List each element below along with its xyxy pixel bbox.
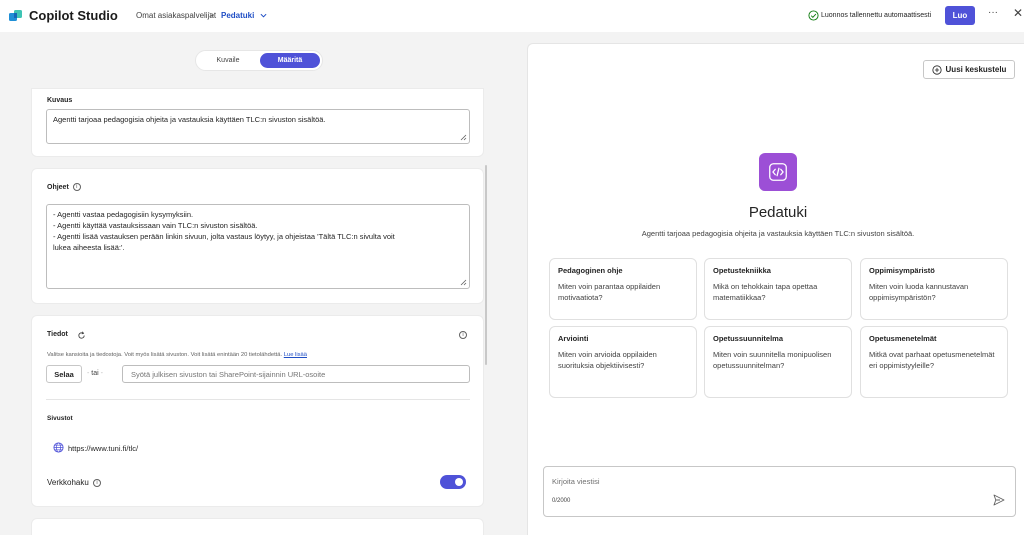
toggle-knob — [455, 478, 463, 486]
description-card: Kuvaus Agentti tarjoaa pedagogisia ohjei… — [31, 88, 484, 157]
scrollbar[interactable] — [485, 165, 487, 365]
prompt-text: Miten voin arvioida oppilaiden suorituks… — [558, 350, 657, 370]
prompt-text: Miten voin luoda kannustavan oppimisympä… — [869, 282, 969, 302]
prompt-text: Miten voin parantaa oppilaiden motivaati… — [558, 282, 661, 302]
app-title: Copilot Studio — [29, 8, 118, 23]
knowledge-help: Valitse kansioita ja tiedostoja. Voit my… — [47, 352, 283, 358]
prompt-title: Arviointi — [558, 334, 589, 343]
description-field[interactable]: Agentti tarjoaa pedagogisia ohjeita ja v… — [46, 109, 470, 144]
instructions-line: - Agentti lisää vastauksen perään linkin… — [53, 232, 395, 241]
web-search-text: Verkkohaku — [47, 478, 89, 487]
message-composer[interactable]: Kirjoita viestisi 0/2000 — [543, 466, 1016, 517]
instructions-card: Ohjeet i - Agentti vastaa pedagogisiin k… — [31, 168, 484, 304]
top-bar: Copilot Studio Omat asiakaspalvelijat > … — [0, 0, 1024, 32]
web-search-label: Verkkohaku i — [47, 478, 102, 487]
instructions-label: Ohjeet i — [47, 183, 81, 191]
resize-grip-icon[interactable] — [460, 134, 467, 141]
prompt-title: Opetustekniikka — [713, 266, 771, 275]
send-icon[interactable] — [993, 494, 1005, 506]
instructions-line: - Agentti vastaa pedagogisiin kysymyksii… — [53, 210, 194, 219]
prompt-title: Opetussuunnitelma — [713, 334, 784, 343]
browse-button[interactable]: Selaa — [46, 365, 82, 383]
learn-more-link[interactable]: Lue lisää — [284, 352, 307, 358]
globe-icon — [53, 442, 64, 453]
or-label: - tai - — [87, 370, 103, 377]
description-label: Kuvaus — [47, 97, 73, 104]
copilot-studio-logo-icon — [9, 10, 22, 21]
info-icon[interactable]: i — [72, 183, 81, 191]
site-url: https://www.tuni.fi/tlc/ — [68, 444, 139, 453]
tab-configure[interactable]: Määritä — [260, 53, 320, 68]
or-text: tai — [91, 370, 99, 377]
close-icon[interactable]: ✕ — [1013, 6, 1023, 20]
description-text: Agentti tarjoaa pedagogisia ohjeita ja v… — [53, 115, 326, 124]
next-card — [31, 518, 484, 535]
instructions-line: lukea aiheesta lisää:'. — [53, 243, 125, 252]
mode-toggle: Kuvaile Määritä — [195, 50, 323, 71]
sites-label: Sivustot — [47, 415, 73, 422]
prompt-title: Oppimisympäristö — [869, 266, 935, 275]
chevron-down-icon[interactable] — [260, 12, 267, 19]
new-chat-label: Uusi keskustelu — [945, 65, 1007, 74]
url-input[interactable] — [122, 365, 470, 383]
agent-avatar-icon — [759, 153, 797, 191]
divider — [46, 399, 470, 400]
new-chat-icon — [931, 64, 942, 75]
instructions-line: - Agentti käyttää vastauksissaan vain TL… — [53, 221, 258, 230]
breadcrumb-separator: > — [209, 10, 215, 20]
more-options-icon[interactable]: ··· — [988, 7, 998, 18]
agent-name: Pedatuki — [748, 204, 808, 221]
tab-describe[interactable]: Kuvaile — [200, 53, 256, 68]
knowledge-label: Tiedot — [47, 331, 68, 338]
web-search-toggle[interactable] — [440, 475, 466, 489]
prompt-text: Mitkä ovat parhaat opetusmenetelmät eri … — [869, 350, 995, 370]
agent-description: Agentti tarjoaa pedagogisia ohjeita ja v… — [641, 229, 915, 238]
character-count: 0/2000 — [552, 498, 571, 504]
checkmark-circle-icon — [808, 10, 819, 21]
breadcrumb-agent[interactable]: Pedatuki — [221, 11, 254, 20]
create-button[interactable]: Luo — [945, 6, 975, 25]
knowledge-card: Tiedot i Valitse kansioita ja tiedostoja… — [31, 315, 484, 507]
suggested-prompt[interactable]: Opetussuunnitelma Miten voin suunnitella… — [704, 326, 852, 398]
suggested-prompt[interactable]: Arviointi Miten voin arvioida oppilaiden… — [549, 326, 697, 398]
message-input-placeholder[interactable]: Kirjoita viestisi — [552, 477, 600, 486]
prompt-title: Opetusmenetelmät — [869, 334, 937, 343]
breadcrumb-environment[interactable]: Omat asiakaspalvelijat — [136, 11, 216, 20]
new-chat-button[interactable]: Uusi keskustelu — [923, 60, 1015, 79]
instructions-field[interactable]: - Agentti vastaa pedagogisiin kysymyksii… — [46, 204, 470, 289]
suggested-prompt[interactable]: Oppimisympäristö Miten voin luoda kannus… — [860, 258, 1008, 320]
prompt-text: Mikä on tehokkain tapa opettaa matematii… — [713, 282, 818, 302]
info-icon[interactable]: i — [459, 331, 467, 339]
suggested-prompt[interactable]: Opetustekniikka Mikä on tehokkain tapa o… — [704, 258, 852, 320]
prompt-title: Pedagoginen ohje — [558, 266, 623, 275]
knowledge-help-text: Valitse kansioita ja tiedostoja. Voit my… — [47, 352, 307, 358]
suggested-prompt[interactable]: Opetusmenetelmät Mitkä ovat parhaat opet… — [860, 326, 1008, 398]
prompt-text: Miten voin suunnitella monipuolisen opet… — [713, 350, 832, 370]
refresh-icon[interactable] — [77, 331, 86, 340]
save-status: Luonnos tallennettu automaattisesti — [821, 12, 932, 19]
resize-grip-icon[interactable] — [460, 279, 467, 286]
instructions-label-text: Ohjeet — [47, 183, 69, 191]
suggested-prompt[interactable]: Pedagoginen ohje Miten voin parantaa opp… — [549, 258, 697, 320]
info-icon[interactable]: i — [93, 478, 102, 487]
